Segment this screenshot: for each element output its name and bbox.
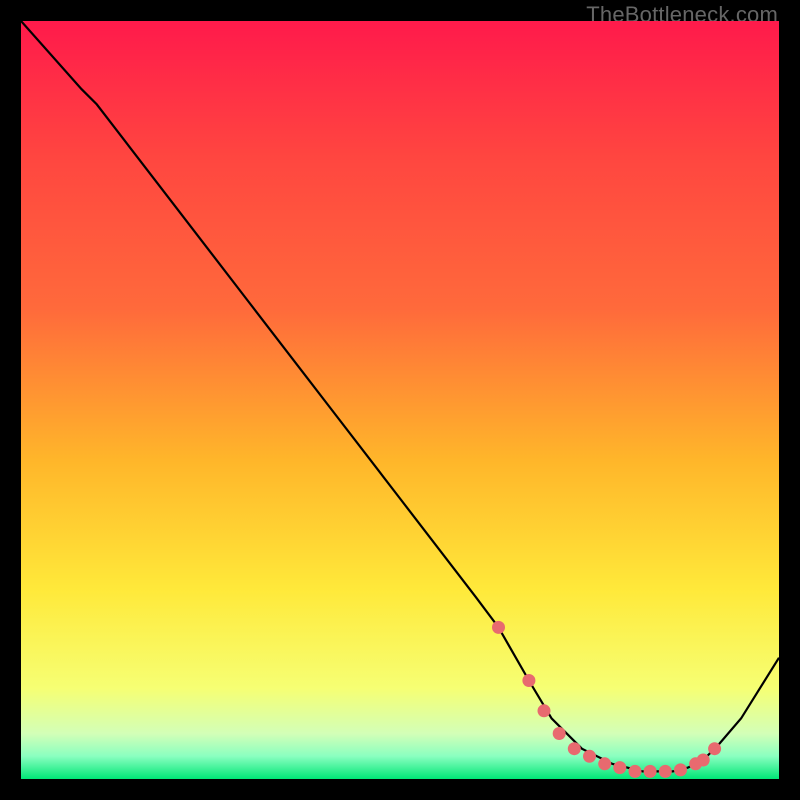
highlight-dot (568, 742, 581, 755)
highlight-dot (553, 727, 566, 740)
highlight-dot (538, 704, 551, 717)
chart-svg (21, 21, 779, 779)
highlight-dot (697, 754, 710, 767)
plot-area (21, 21, 779, 779)
highlight-dot (708, 742, 721, 755)
gradient-background (21, 21, 779, 779)
highlight-dot (659, 765, 672, 778)
highlight-dot (598, 757, 611, 770)
highlight-dot (583, 750, 596, 763)
chart-container: TheBottleneck.com (0, 0, 800, 800)
highlight-dot (674, 763, 687, 776)
highlight-dot (644, 765, 657, 778)
highlight-dot (492, 621, 505, 634)
highlight-dot (629, 765, 642, 778)
highlight-dot (522, 674, 535, 687)
highlight-dot (613, 761, 626, 774)
